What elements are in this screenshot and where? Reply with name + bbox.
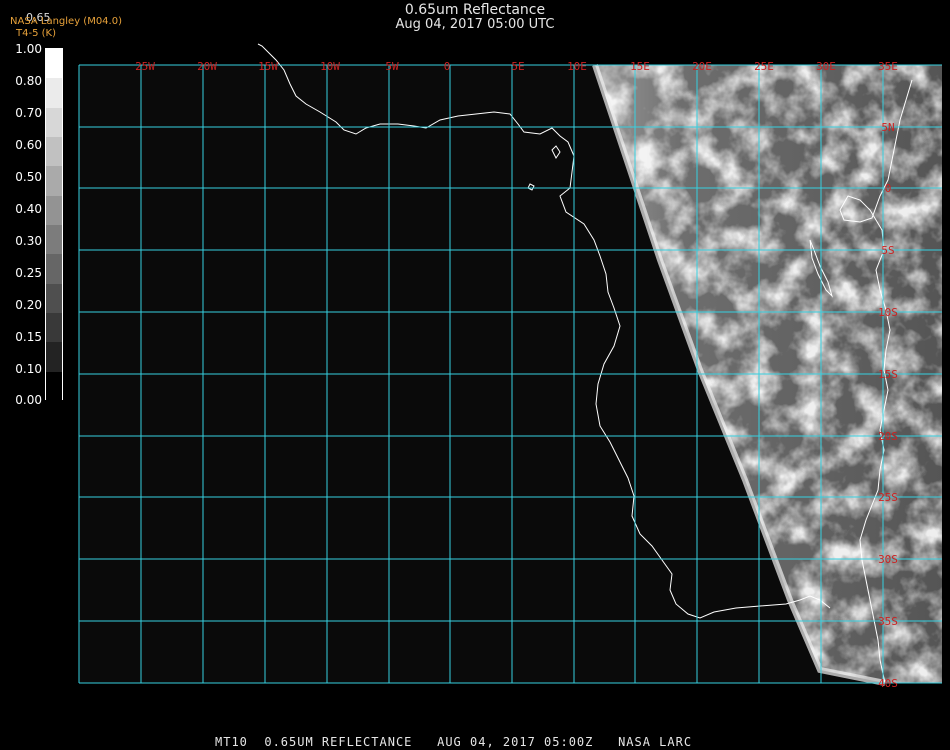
longitude-label: 5W	[385, 60, 399, 73]
latitude-label: 25S	[878, 491, 898, 504]
latitude-label: 10S	[878, 306, 898, 319]
latitude-label: 20S	[878, 430, 898, 443]
longitude-label: 10E	[567, 60, 587, 73]
satellite-map: 25W 20W 15W 10W 5W 0 5E 10E 15E 20E 25E 30E 35E 5N 0 5S…	[78, 43, 942, 690]
longitude-label: 35E	[878, 60, 898, 73]
footer-bar: MT10 0.65UM REFLECTANCE AUG 04, 2017 05:…	[215, 735, 692, 749]
footer-product: MT10	[215, 735, 248, 749]
longitude-label: 25E	[754, 60, 774, 73]
longitude-label: 25W	[135, 60, 155, 73]
latitude-label: 5N	[881, 121, 894, 134]
footer-source: NASA LARC	[618, 735, 693, 749]
latitude-label: 40S	[878, 677, 898, 690]
latitude-label: 35S	[878, 615, 898, 628]
latitude-label: 15S	[878, 368, 898, 381]
latitude-label: 30S	[878, 553, 898, 566]
footer-channel: 0.65UM REFLECTANCE	[264, 735, 413, 749]
longitude-label: 20E	[692, 60, 712, 73]
longitude-label: 5E	[511, 60, 524, 73]
longitude-label: 20W	[197, 60, 217, 73]
footer-datetime: AUG 04, 2017 05:00Z	[437, 735, 594, 749]
latitude-label: 0	[885, 182, 892, 195]
longitude-label: 10W	[320, 60, 340, 73]
longitude-label: 15E	[630, 60, 650, 73]
longitude-label: 0	[444, 60, 451, 73]
latitude-label: 5S	[881, 244, 894, 257]
longitude-label: 30E	[816, 60, 836, 73]
longitude-label: 15W	[258, 60, 278, 73]
